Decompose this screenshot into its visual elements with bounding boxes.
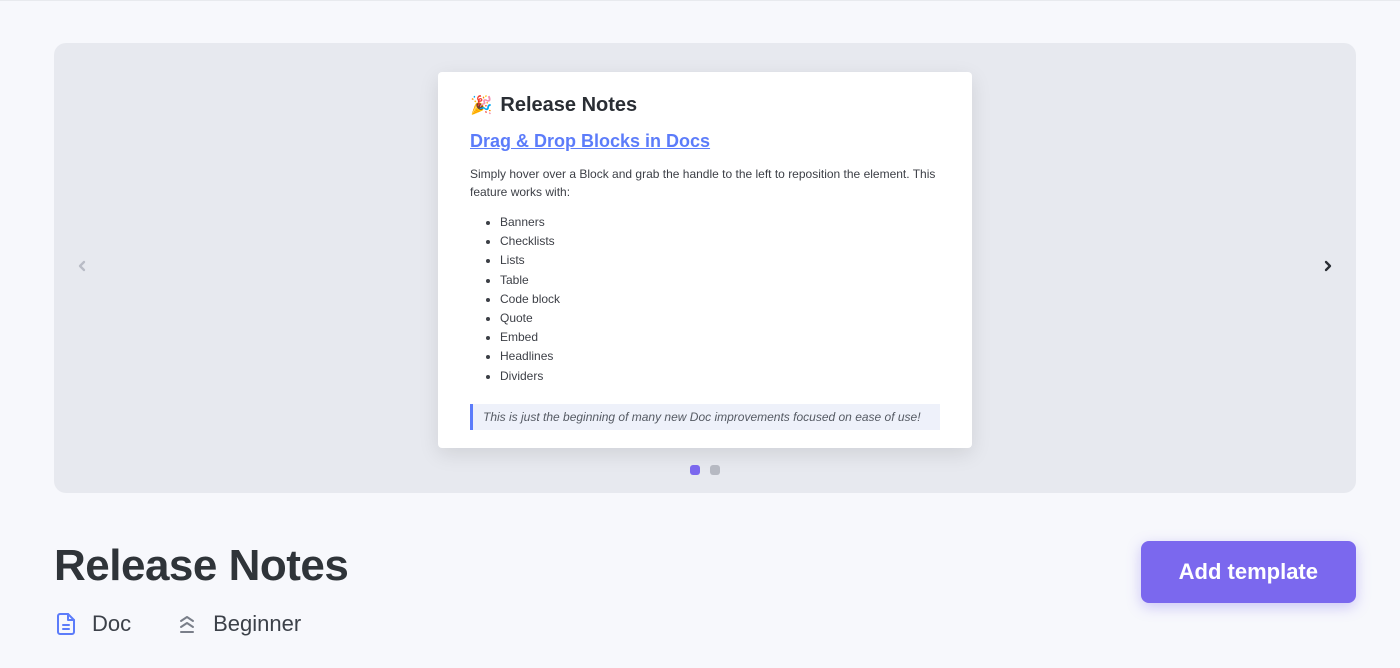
list-item: Table [500, 271, 940, 290]
carousel-dots [690, 465, 720, 475]
preview-carousel: 🎉 Release Notes Drag & Drop Blocks in Do… [54, 43, 1356, 493]
preview-feature-list: Banners Checklists Lists Table Code bloc… [470, 213, 940, 386]
carousel-dot-1[interactable] [690, 465, 700, 475]
preview-quote: This is just the beginning of many new D… [470, 404, 940, 430]
preview-title: Release Notes [500, 94, 637, 117]
carousel-next-button[interactable] [1310, 250, 1346, 286]
preview-description: Simply hover over a Block and grab the h… [470, 166, 940, 201]
meta-level: Beginner [175, 611, 301, 637]
list-item: Lists [500, 251, 940, 270]
add-template-button[interactable]: Add template [1141, 541, 1356, 603]
list-item: Dividers [500, 367, 940, 386]
template-info: Release Notes Doc [54, 541, 348, 637]
list-item: Checklists [500, 232, 940, 251]
meta-row: Doc Beginner [54, 611, 348, 637]
chevron-right-icon [1320, 258, 1336, 279]
meta-type: Doc [54, 611, 131, 637]
carousel-dot-2[interactable] [710, 465, 720, 475]
meta-type-label: Doc [92, 611, 131, 637]
template-page: 🎉 Release Notes Drag & Drop Blocks in Do… [0, 1, 1400, 637]
meta-level-label: Beginner [213, 611, 301, 637]
page-title: Release Notes [54, 541, 348, 591]
list-item: Code block [500, 290, 940, 309]
document-preview: 🎉 Release Notes Drag & Drop Blocks in Do… [438, 72, 972, 447]
carousel-prev-button[interactable] [64, 250, 100, 286]
preview-heading-link[interactable]: Drag & Drop Blocks in Docs [470, 131, 710, 152]
list-item: Banners [500, 213, 940, 232]
list-item: Headlines [500, 347, 940, 366]
level-beginner-icon [175, 612, 199, 636]
list-item: Quote [500, 309, 940, 328]
preview-title-row: 🎉 Release Notes [470, 94, 940, 117]
chevron-left-icon [74, 258, 90, 279]
doc-icon [54, 612, 78, 636]
party-popper-icon: 🎉 [470, 95, 492, 116]
list-item: Embed [500, 328, 940, 347]
template-header-row: Release Notes Doc [54, 541, 1356, 637]
